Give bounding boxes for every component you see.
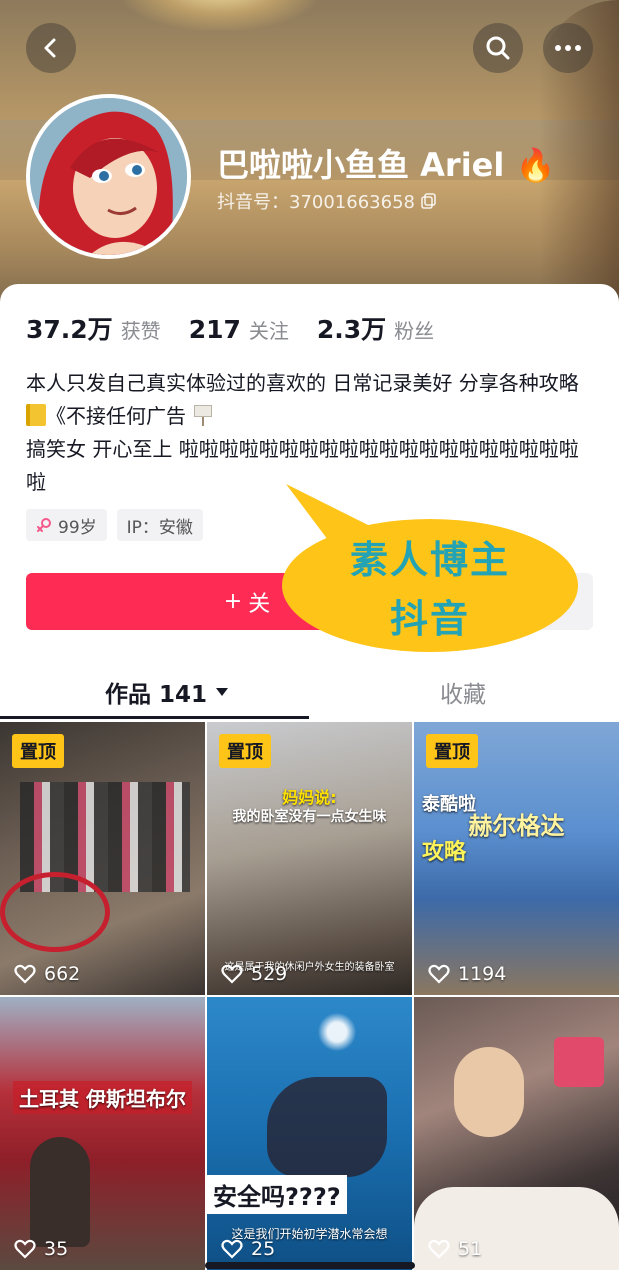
video-caption-bottom: 攻略 (422, 840, 467, 865)
heart-icon (221, 964, 243, 984)
chevron-left-icon (44, 38, 56, 58)
douyin-id-text: 抖音号：37001663658 (217, 192, 415, 213)
heart-icon (14, 1239, 36, 1259)
age-text: 99岁 (58, 517, 97, 538)
likes-count-text: 25 (251, 1238, 276, 1260)
caret-down-icon (216, 688, 229, 696)
likes-count-text: 529 (251, 963, 288, 985)
video-likes: 51 (428, 1238, 482, 1260)
pink-bag (554, 1037, 604, 1087)
likes-count-text: 35 (44, 1238, 69, 1260)
likes-count-text: 662 (44, 963, 81, 985)
follow-label: 关 (248, 591, 271, 617)
bubble-line-2: 抖音 (389, 596, 470, 641)
person-figure (30, 1137, 90, 1247)
bio-line-1-tail: 《不接任何广告 (46, 404, 186, 428)
heart-icon (14, 964, 36, 984)
annotation-bubble: 素人博主 抖音 (282, 519, 578, 652)
plush-toy (454, 1047, 524, 1137)
plus-icon: + (223, 589, 243, 614)
pinned-badge: 置顶 (12, 734, 64, 768)
tab-works[interactable]: 作品 141 (105, 664, 229, 720)
profile-chips: 99岁 IP：安徽 (26, 509, 203, 541)
avatar-illustration (30, 98, 187, 255)
likes-count: 37.2万 (26, 315, 113, 344)
content-tabs: 作品 141 收藏 (0, 664, 619, 720)
followers-label[interactable]: 粉丝 (394, 315, 434, 344)
video-caption-top: 妈妈说: (282, 788, 337, 807)
more-dots-icon (555, 45, 581, 51)
female-icon (37, 518, 51, 532)
video-tile[interactable]: 置顶 妈妈说: 我的卧室没有一点女生味 这是属于我的休闲户外女生的装备卧室 52… (207, 722, 412, 995)
profile-name: 巴啦啦小鱼鱼 Ariel 🔥 (217, 140, 555, 186)
diver-figure (267, 1077, 387, 1177)
heart-icon (221, 1239, 243, 1259)
video-likes: 529 (221, 963, 287, 985)
notebook-icon (26, 404, 46, 426)
more-button[interactable] (543, 23, 593, 73)
copy-icon[interactable] (421, 193, 437, 209)
ip-text: IP：安徽 (126, 517, 193, 538)
video-tile[interactable]: 置顶 662 (0, 722, 205, 995)
following-count[interactable]: 217 (189, 315, 241, 344)
video-safety-label: 安全吗???? (207, 1175, 347, 1214)
bio-line-1: 本人只发自己真实体验过的喜欢的 日常记录美好 分享各种攻略 (26, 371, 579, 395)
bio: 本人只发自己真实体验过的喜欢的 日常记录美好 分享各种攻略 《不接任何广告 搞笑… (26, 367, 591, 499)
age-chip: 99岁 (26, 509, 107, 541)
followers-count[interactable]: 2.3万 (317, 310, 386, 346)
video-likes: 1194 (428, 963, 506, 985)
heart-icon (428, 964, 450, 984)
profile-stats: 37.2万 获赞 217 关注 2.3万 粉丝 (26, 310, 462, 346)
cover-sun (120, 0, 320, 30)
video-tile[interactable]: 土耳其 伊斯坦布尔 35 (0, 997, 205, 1270)
bubble-line-1: 素人博主 (349, 537, 510, 582)
tab-favorites-label: 收藏 (440, 682, 486, 708)
pinned-badge: 置顶 (426, 734, 478, 768)
sign-icon (192, 404, 214, 426)
video-caption-mid: 我的卧室没有一点女生味 (232, 809, 387, 825)
video-caption-top-text: 土耳其 伊斯坦布尔 (13, 1081, 192, 1114)
home-indicator (205, 1262, 415, 1269)
likes-count-text: 1194 (458, 963, 507, 985)
likes-count-text: 51 (458, 1238, 483, 1260)
video-likes: 662 (14, 963, 80, 985)
tab-works-label: 作品 141 (105, 682, 208, 708)
fire-icon: 🔥 (515, 146, 556, 184)
video-grid: 置顶 662 置顶 妈妈说: 我的卧室没有一点女生味 这是属于我的休闲户外女生的… (0, 722, 619, 1270)
pinned-badge: 置顶 (219, 734, 271, 768)
back-button[interactable] (26, 23, 76, 73)
video-tile[interactable]: 安全吗???? 这是我们开始初学潜水常会想 25 (207, 997, 412, 1270)
tab-underline (0, 716, 309, 719)
tab-favorites[interactable]: 收藏 (440, 664, 486, 720)
bubbles (317, 1007, 357, 1057)
video-likes: 25 (221, 1238, 275, 1260)
following-label[interactable]: 关注 (249, 315, 289, 344)
bike-shape (0, 872, 110, 952)
heart-icon (428, 1239, 450, 1259)
douyin-id: 抖音号：37001663658 (217, 188, 437, 214)
search-icon (486, 36, 510, 60)
ip-chip: IP：安徽 (116, 509, 203, 541)
profile-name-text: 巴啦啦小鱼鱼 Ariel (217, 146, 505, 184)
profile-cover: 巴啦啦小鱼鱼 Ariel 🔥 抖音号：37001663658 (0, 0, 619, 330)
profile-sheet: 37.2万 获赞 217 关注 2.3万 粉丝 本人只发自己真实体验过的喜欢的 … (0, 284, 619, 1280)
likes-label: 获赞 (120, 319, 161, 343)
video-likes: 35 (14, 1238, 68, 1260)
search-button[interactable] (473, 23, 523, 73)
video-tile[interactable]: 51 (414, 997, 619, 1270)
video-tile[interactable]: 置顶 泰酷啦 赫尔格达 攻略 1194 (414, 722, 619, 995)
avatar[interactable] (26, 94, 191, 259)
video-caption-top: 土耳其 伊斯坦布尔 (0, 1081, 205, 1114)
